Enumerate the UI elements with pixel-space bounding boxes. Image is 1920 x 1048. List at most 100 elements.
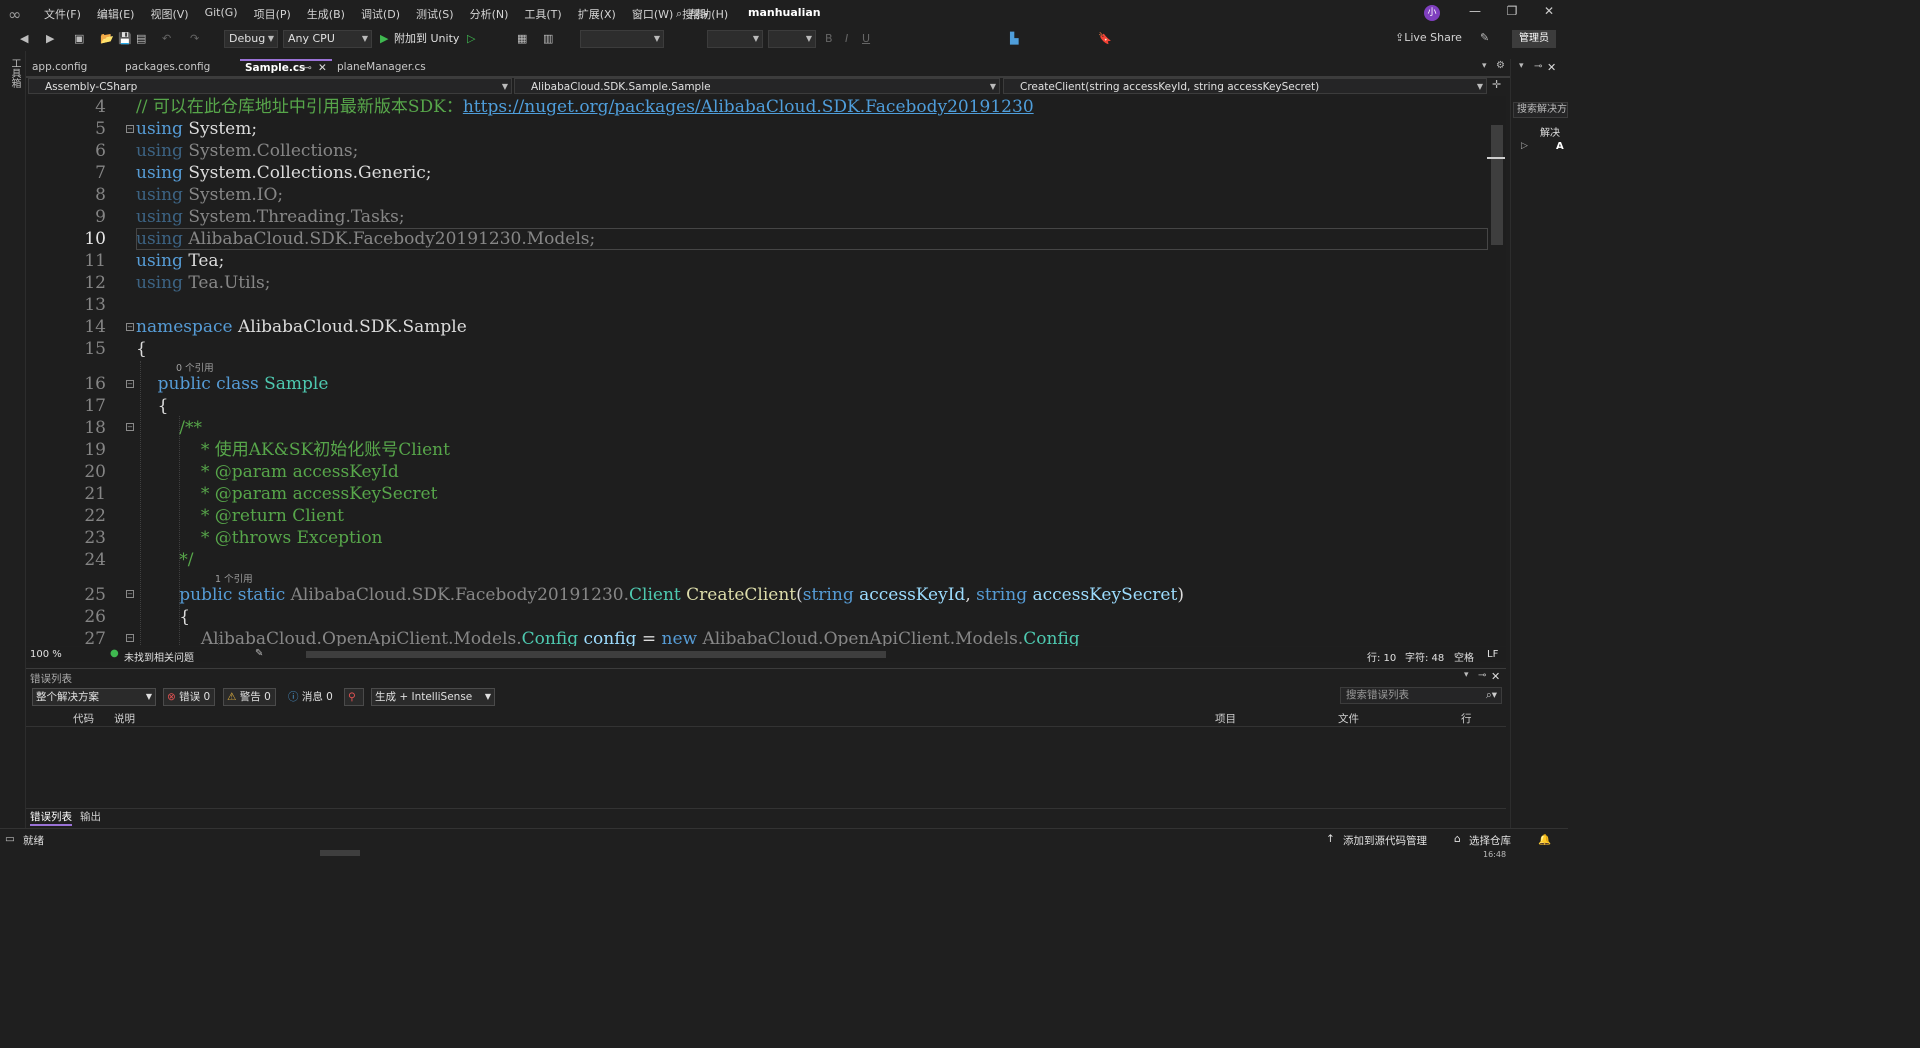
menu-analyze[interactable]: 分析(N): [462, 6, 517, 22]
avatar[interactable]: 小: [1424, 5, 1440, 21]
zoom-select[interactable]: 100 %: [30, 649, 62, 660]
live-share-button[interactable]: ⇪ Live Share: [1395, 31, 1462, 44]
tab-app-config[interactable]: app.config: [27, 59, 119, 76]
attach-unity-button[interactable]: 附加到 Unity: [394, 30, 459, 48]
restore-icon[interactable]: ❐: [1502, 4, 1522, 22]
start-without-debug-icon[interactable]: ▷: [467, 30, 475, 48]
codelens-references[interactable]: 0 个引用: [176, 360, 214, 374]
menu-git[interactable]: Git(G): [197, 6, 246, 22]
column-project[interactable]: 项目: [1215, 711, 1236, 726]
line-indicator[interactable]: 行: 10: [1367, 649, 1396, 664]
pin-icon[interactable]: ⊸: [303, 61, 312, 75]
fold-toggle-icon[interactable]: −: [126, 423, 134, 431]
save-all-icon[interactable]: ▤: [136, 30, 146, 48]
notification-icon[interactable]: 🔔: [1538, 833, 1551, 846]
code-cleanup-icon[interactable]: ✎: [255, 648, 263, 659]
close-tab-icon[interactable]: ✕: [318, 61, 327, 75]
menu-build[interactable]: 生成(B): [299, 6, 353, 22]
column-description[interactable]: 说明: [114, 711, 135, 726]
errors-filter-button[interactable]: ⊗ 错误 0: [163, 688, 216, 706]
menu-edit[interactable]: 编辑(E): [89, 6, 143, 22]
open-folder-icon[interactable]: 📂: [100, 30, 114, 48]
bold-icon[interactable]: B: [825, 30, 833, 48]
menu-file[interactable]: 文件(F): [36, 6, 89, 22]
column-code[interactable]: 代码: [73, 711, 94, 726]
horizontal-scrollbar-thumb[interactable]: [306, 651, 886, 658]
menu-extensions[interactable]: 扩展(X): [570, 6, 624, 22]
menu-test[interactable]: 测试(S): [408, 6, 462, 22]
italic-icon[interactable]: I: [845, 30, 848, 48]
solution-explorer-icon[interactable]: ▦: [517, 30, 527, 48]
split-editor-icon[interactable]: ✛: [1492, 78, 1501, 91]
project-node[interactable]: A: [1556, 141, 1564, 152]
back-icon[interactable]: ◀︎: [20, 30, 28, 48]
scope-select[interactable]: 整个解决方案 ▼: [32, 688, 156, 706]
tab-error-list[interactable]: 错误列表: [30, 809, 72, 826]
close-window-icon[interactable]: ✕: [1539, 4, 1559, 22]
char-indicator[interactable]: 字符: 48: [1405, 649, 1444, 664]
fold-toggle-icon[interactable]: −: [126, 590, 134, 598]
add-source-control-button[interactable]: 添加到源代码管理: [1343, 833, 1427, 848]
save-icon[interactable]: 💾: [118, 30, 132, 48]
scrollbar-thumb[interactable]: [1491, 125, 1503, 245]
code-editor[interactable]: 4 5 6 7 8 9 10 11 12 13 14 15 16 17 18 1…: [26, 96, 1488, 646]
whitespace-indicator[interactable]: 空格: [1454, 649, 1474, 664]
menu-project[interactable]: 项目(P): [246, 6, 299, 22]
member-nav-select[interactable]: CreateClient(string accessKeyId, string …: [1003, 78, 1487, 94]
redo-icon[interactable]: ↷: [190, 30, 199, 48]
solution-node[interactable]: 解决: [1540, 124, 1560, 139]
column-file[interactable]: 文件: [1338, 711, 1359, 726]
fold-toggle-icon[interactable]: −: [126, 125, 134, 133]
empty-select-2[interactable]: ▼: [707, 30, 763, 48]
tab-list-icon[interactable]: ▾: [1482, 61, 1487, 71]
feedback-icon[interactable]: ✎: [1480, 31, 1489, 44]
project-nav-select[interactable]: Assembly-CSharp ▼: [28, 78, 512, 94]
messages-filter-button[interactable]: ⓘ 消息 0: [284, 688, 338, 706]
panel-menu-icon[interactable]: ▾: [1519, 61, 1524, 71]
undo-icon[interactable]: ↶: [162, 30, 171, 48]
tab-output[interactable]: 输出: [80, 809, 101, 824]
pin-icon[interactable]: ⊸: [1478, 670, 1486, 681]
tab-packages-config[interactable]: packages.config: [120, 59, 238, 76]
menu-tools[interactable]: 工具(T): [516, 6, 569, 22]
empty-select-3[interactable]: ▼: [768, 30, 816, 48]
menu-view[interactable]: 视图(V): [142, 6, 196, 22]
close-panel-icon[interactable]: ✕: [1491, 670, 1500, 683]
fold-toggle-icon[interactable]: −: [126, 380, 134, 388]
minimize-icon[interactable]: —: [1465, 4, 1485, 22]
solution-search-input[interactable]: 搜索解决方: [1513, 102, 1568, 118]
tab-sample-cs[interactable]: Sample.cs ⊸ ✕: [240, 59, 332, 76]
issues-indicator[interactable]: 未找到相关问题: [124, 649, 194, 664]
bookmark-icon[interactable]: 🔖: [1098, 30, 1112, 48]
codelens-references[interactable]: 1 个引用: [215, 571, 253, 585]
line-ending-indicator[interactable]: LF: [1487, 649, 1498, 660]
pin-icon[interactable]: ⊸: [1534, 61, 1542, 72]
tab-planemanager-cs[interactable]: planeManager.cs: [332, 59, 454, 76]
forward-icon[interactable]: ▶︎: [46, 30, 54, 48]
menu-window[interactable]: 窗口(W): [624, 6, 681, 22]
settings-icon[interactable]: ⚙: [1496, 60, 1505, 71]
panel-menu-icon[interactable]: ▾: [1464, 670, 1469, 680]
nuget-link[interactable]: https://nuget.org/packages/AlibabaCloud.…: [463, 97, 1034, 117]
close-panel-icon[interactable]: ✕: [1547, 61, 1556, 74]
search-button[interactable]: ⌕ 搜索 ▾: [676, 6, 708, 22]
filter-icon[interactable]: ⚲: [344, 688, 364, 706]
column-line[interactable]: 行: [1461, 711, 1472, 726]
admin-button[interactable]: 管理员: [1512, 30, 1556, 48]
new-project-icon[interactable]: ▣: [74, 30, 84, 48]
fold-toggle-icon[interactable]: −: [126, 634, 134, 642]
layout-icon[interactable]: ▥: [543, 30, 553, 48]
underline-icon[interactable]: U: [862, 30, 870, 48]
format-icon[interactable]: ▙: [1010, 30, 1018, 48]
configuration-select[interactable]: Debug ▼: [224, 30, 278, 48]
error-search-input[interactable]: 搜索错误列表 ⌕▾: [1340, 687, 1502, 704]
start-icon[interactable]: ▶: [380, 30, 388, 48]
build-filter-select[interactable]: 生成 + IntelliSense ▼: [371, 688, 495, 706]
platform-select[interactable]: Any CPU ▼: [283, 30, 372, 48]
fold-toggle-icon[interactable]: −: [126, 323, 134, 331]
select-repo-button[interactable]: 选择仓库: [1469, 833, 1511, 848]
menu-debug[interactable]: 调试(D): [353, 6, 408, 22]
empty-select-1[interactable]: ▼: [580, 30, 664, 48]
expand-icon[interactable]: ▷: [1521, 141, 1528, 151]
warnings-filter-button[interactable]: ⚠ 警告 0: [223, 688, 276, 706]
